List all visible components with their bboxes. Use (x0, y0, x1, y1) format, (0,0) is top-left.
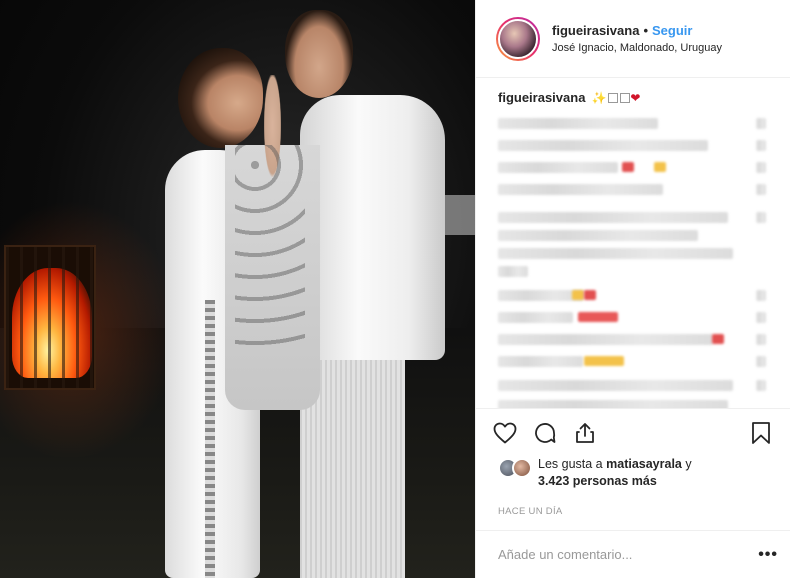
blurred-comment-like (756, 380, 766, 391)
bookmark-icon[interactable] (748, 420, 774, 446)
blurred-emoji (654, 162, 666, 172)
blurred-comment-like (756, 184, 766, 195)
likes-text: Les gusta a matiasayrala y 3.423 persona… (538, 456, 692, 490)
blurred-comment (498, 266, 528, 277)
post-timestamp[interactable]: HACE UN DÍA (476, 496, 790, 530)
fire-grate (6, 247, 94, 388)
likes-joiner: y (685, 457, 692, 471)
blurred-emoji (622, 162, 634, 172)
header-separator: • (643, 23, 648, 38)
heart-emoji: ❤ (630, 90, 641, 105)
blurred-emoji (584, 290, 596, 300)
blurred-comment (498, 184, 663, 195)
blurred-comment-like (756, 290, 766, 301)
caption-username[interactable]: figueirasivana (498, 90, 585, 105)
photo-child-pajama (235, 145, 305, 345)
instagram-post: figueirasivana • Seguir José Ignacio, Ma… (0, 0, 790, 578)
post-photo[interactable] (0, 0, 475, 578)
comment-bubble-icon[interactable] (532, 420, 558, 446)
likes-prefix: Les gusta a (538, 457, 603, 471)
header-row: figueirasivana • Seguir (552, 23, 722, 38)
follow-button[interactable]: Seguir (652, 23, 692, 38)
action-bar (476, 408, 790, 456)
blurred-comment (498, 230, 698, 241)
liker-username-link[interactable]: matiasayrala (606, 457, 682, 471)
username-link[interactable]: figueirasivana (552, 23, 639, 38)
blurred-comment-like (756, 356, 766, 367)
blurred-comment (498, 212, 728, 223)
likes-summary: Les gusta a matiasayrala y 3.423 persona… (476, 456, 790, 496)
avatar[interactable] (496, 16, 540, 61)
blurred-comment-like (756, 162, 766, 173)
blurred-emoji (584, 356, 624, 366)
blurred-comment-like (756, 312, 766, 323)
missing-glyph-icon (620, 92, 631, 103)
blurred-comment (498, 356, 583, 367)
photo-man (300, 95, 445, 360)
photo-dress-stripe (205, 300, 215, 578)
blurred-comment (498, 334, 713, 345)
post-sidebar: figueirasivana • Seguir José Ignacio, Ma… (475, 0, 790, 578)
photo-fire-pit (4, 245, 96, 390)
more-options-icon[interactable]: ••• (758, 546, 778, 564)
caption: figueirasivana ✨ ❤ (498, 90, 790, 105)
header-info: figueirasivana • Seguir José Ignacio, Ma… (552, 23, 722, 54)
blurred-comment-like (756, 140, 766, 151)
missing-glyph-icon (608, 92, 619, 103)
blurred-comment-like (756, 212, 766, 223)
blurred-comment (498, 290, 583, 301)
likes-count-link[interactable]: 3.423 personas más (538, 474, 657, 488)
add-comment-bar: Añade un comentario... ••• (476, 530, 790, 578)
blurred-comment-like (756, 334, 766, 345)
blurred-emoji (578, 312, 618, 322)
sparkle-emoji: ✨ (591, 90, 607, 105)
blurred-comment (498, 380, 733, 391)
liker-avatars (498, 458, 534, 480)
blurred-comment (498, 140, 708, 151)
post-header: figueirasivana • Seguir José Ignacio, Ma… (476, 0, 790, 78)
blurred-comment (498, 118, 658, 129)
blurred-comment-like (756, 118, 766, 129)
photo-bench (445, 195, 475, 235)
comment-input[interactable]: Añade un comentario... (498, 547, 758, 562)
heart-icon[interactable] (492, 420, 518, 446)
blurred-emoji (712, 334, 724, 344)
avatar-image (498, 18, 538, 59)
blurred-emoji (572, 290, 584, 300)
blurred-comment (498, 312, 573, 323)
comments-section: figueirasivana ✨ ❤ (476, 78, 790, 408)
blurred-comment (498, 400, 728, 408)
liker-avatar (512, 458, 532, 478)
blurred-comment (498, 162, 618, 173)
location-link[interactable]: José Ignacio, Maldonado, Uruguay (552, 42, 722, 54)
share-icon[interactable] (572, 420, 598, 446)
blurred-comment (498, 248, 733, 259)
